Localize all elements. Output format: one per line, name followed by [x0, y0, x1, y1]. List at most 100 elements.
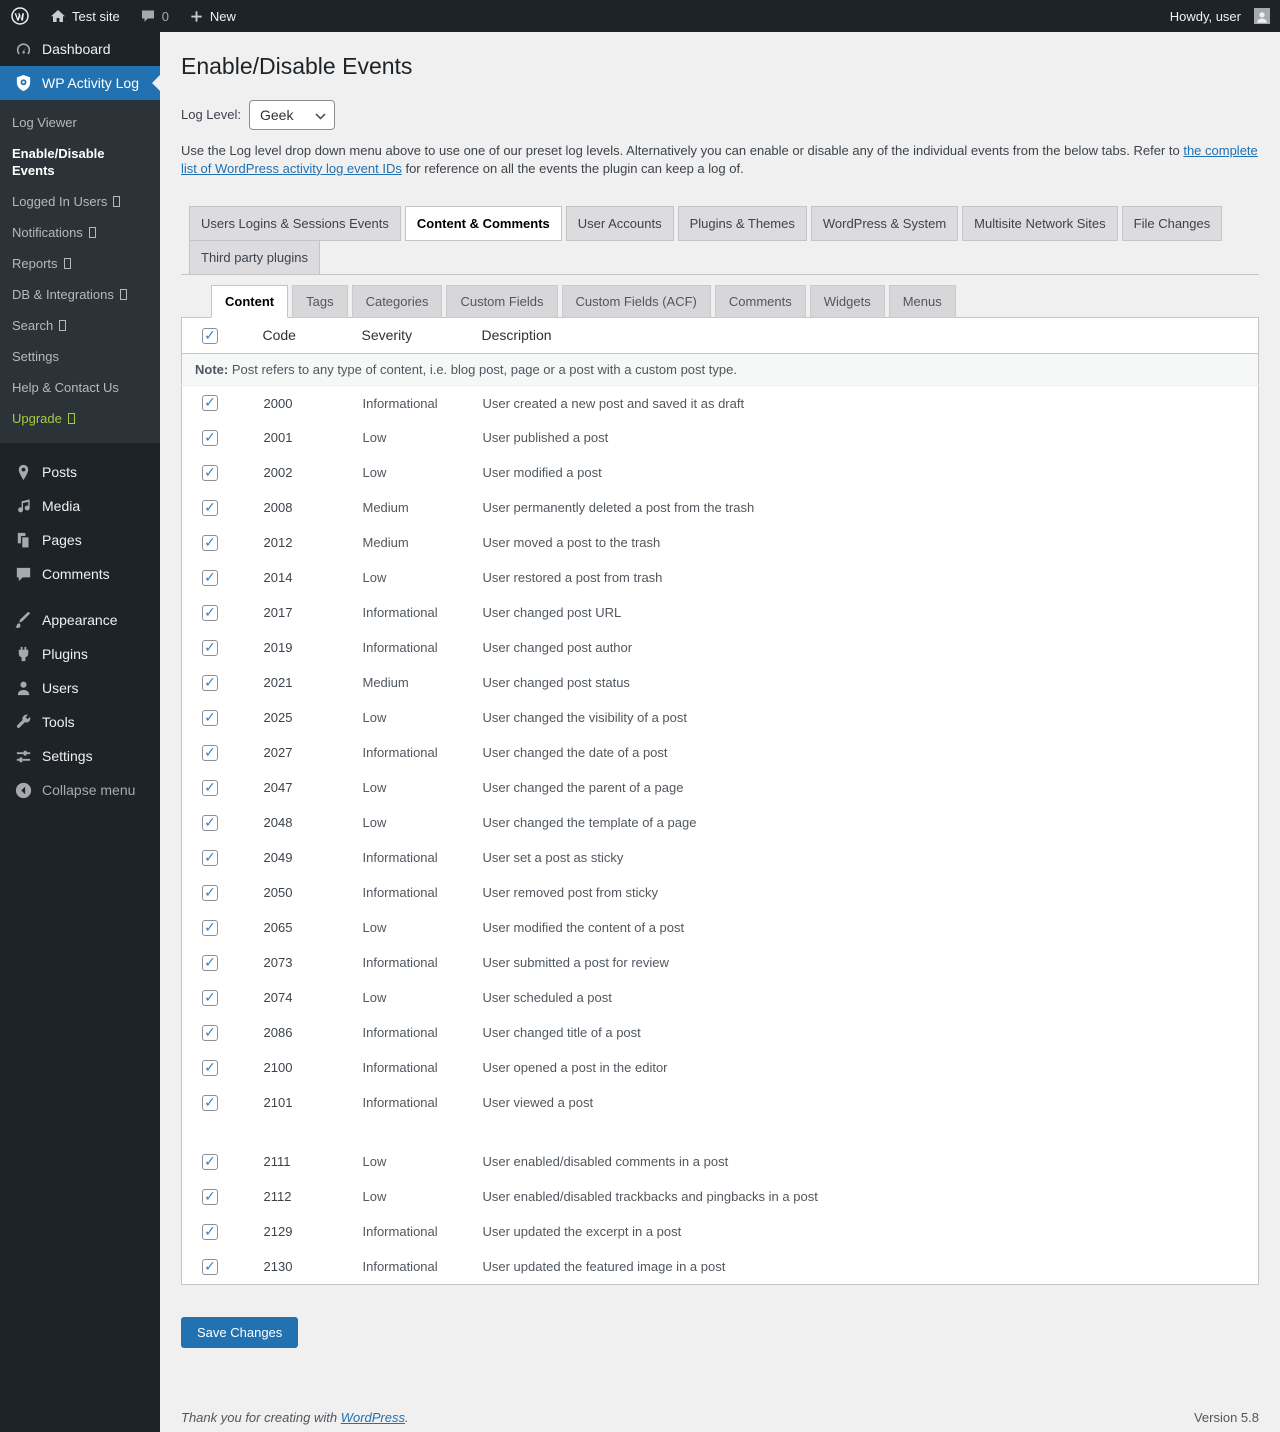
sidebar-item-label: Dashboard	[42, 41, 111, 57]
event-code: 2065	[263, 910, 362, 945]
sidebar-item[interactable]: Pages	[0, 523, 160, 557]
submenu-item[interactable]: Log Viewer	[0, 107, 160, 138]
submenu-item[interactable]: Help & Contact Us	[0, 372, 160, 403]
sidebar-item-dashboard[interactable]: Dashboard	[0, 32, 160, 66]
menu-group-primary: Posts Media Pages Comments	[0, 455, 160, 591]
main-tab[interactable]: WordPress & System	[811, 206, 958, 241]
event-code: 2002	[263, 455, 362, 490]
main-tab[interactable]: User Accounts	[566, 206, 674, 241]
visit-site-link[interactable]: Test site	[40, 0, 130, 32]
submenu-item[interactable]: DB & Integrations	[0, 279, 160, 310]
table-row: ✓ 2014 Low User restored a post from tra…	[182, 560, 1259, 595]
row-checkbox[interactable]: ✓	[202, 675, 218, 691]
event-description: User opened a post in the editor	[482, 1050, 1259, 1085]
wordpress-link[interactable]: WordPress	[341, 1410, 405, 1425]
event-description: User enabled/disabled trackbacks and pin…	[482, 1179, 1259, 1214]
submenu-item[interactable]: Search	[0, 310, 160, 341]
submenu-item[interactable]: Upgrade	[0, 403, 160, 434]
event-severity: Low	[362, 770, 482, 805]
sidebar-item[interactable]: Appearance	[0, 603, 160, 637]
checkmark-icon: ✓	[204, 990, 216, 1004]
main-tab[interactable]: Multisite Network Sites	[962, 206, 1117, 241]
sidebar-item[interactable]: Tools	[0, 705, 160, 739]
event-severity: Low	[362, 455, 482, 490]
sub-tab[interactable]: Custom Fields (ACF)	[562, 285, 711, 318]
row-checkbox[interactable]: ✓	[202, 1025, 218, 1041]
event-description: User moved a post to the trash	[482, 525, 1259, 560]
main-tab[interactable]: Third party plugins	[189, 240, 320, 275]
save-changes-button[interactable]: Save Changes	[181, 1317, 298, 1348]
row-checkbox[interactable]: ✓	[202, 1095, 218, 1111]
sub-tab[interactable]: Menus	[889, 285, 956, 318]
event-severity: Medium	[362, 665, 482, 700]
sub-tab[interactable]: Widgets	[810, 285, 885, 318]
submenu-item[interactable]: Settings	[0, 341, 160, 372]
row-checkbox[interactable]: ✓	[202, 1259, 218, 1275]
sidebar-item[interactable]: Settings	[0, 739, 160, 773]
table-row: ✓ 2074 Low User scheduled a post	[182, 980, 1259, 1015]
main-tab[interactable]: Plugins & Themes	[678, 206, 807, 241]
event-description: User enabled/disabled comments in a post	[482, 1144, 1259, 1179]
dashboard-icon	[13, 39, 33, 59]
row-checkbox[interactable]: ✓	[202, 395, 218, 411]
sub-tab[interactable]: Tags	[292, 285, 347, 318]
main-tab[interactable]: Content & Comments	[405, 206, 562, 241]
row-checkbox[interactable]: ✓	[202, 710, 218, 726]
sidebar-item-wp-activity-log[interactable]: WP Activity Log	[0, 66, 160, 100]
row-checkbox[interactable]: ✓	[202, 850, 218, 866]
sidebar-item[interactable]: Media	[0, 489, 160, 523]
sidebar-item[interactable]: Posts	[0, 455, 160, 489]
row-checkbox[interactable]: ✓	[202, 920, 218, 936]
new-content-button[interactable]: New	[179, 0, 246, 32]
row-checkbox[interactable]: ✓	[202, 500, 218, 516]
checkmark-icon: ✓	[204, 1025, 216, 1039]
log-level-select[interactable]: Geek	[249, 100, 335, 130]
row-checkbox[interactable]: ✓	[202, 465, 218, 481]
row-checkbox[interactable]: ✓	[202, 1154, 218, 1170]
row-checkbox[interactable]: ✓	[202, 1189, 218, 1205]
sidebar-item[interactable]: Users	[0, 671, 160, 705]
sub-tab[interactable]: Categories	[352, 285, 443, 318]
sub-tab[interactable]: Comments	[715, 285, 806, 318]
table-row: ✓ 2000 Informational User created a new …	[182, 385, 1259, 420]
event-description: User changed title of a post	[482, 1015, 1259, 1050]
sub-tab[interactable]: Content	[211, 285, 288, 318]
submenu-item[interactable]: Reports	[0, 248, 160, 279]
row-checkbox[interactable]: ✓	[202, 885, 218, 901]
row-checkbox[interactable]: ✓	[202, 1060, 218, 1076]
event-severity: Informational	[362, 1015, 482, 1050]
sidebar-item[interactable]: Comments	[0, 557, 160, 591]
select-all-checkbox[interactable]: ✓	[202, 328, 218, 344]
row-checkbox[interactable]: ✓	[202, 1224, 218, 1240]
event-severity: Informational	[362, 1214, 482, 1249]
submenu-item[interactable]: Logged In Users	[0, 186, 160, 217]
wordpress-logo-button[interactable]	[0, 0, 40, 32]
sub-tab[interactable]: Custom Fields	[446, 285, 557, 318]
event-severity	[362, 1120, 482, 1144]
row-checkbox[interactable]: ✓	[202, 570, 218, 586]
row-checkbox[interactable]: ✓	[202, 605, 218, 621]
submenu-item[interactable]: Enable/Disable Events	[0, 138, 160, 186]
row-checkbox[interactable]: ✓	[202, 430, 218, 446]
row-checkbox[interactable]: ✓	[202, 640, 218, 656]
account-menu[interactable]: Howdy, user	[1160, 0, 1280, 32]
admin-bar: Test site 0 New Howdy, user	[0, 0, 1280, 32]
submenu-item[interactable]: Notifications	[0, 217, 160, 248]
row-checkbox[interactable]: ✓	[202, 815, 218, 831]
event-code: 2027	[263, 735, 362, 770]
sidebar-item[interactable]: Plugins	[0, 637, 160, 671]
comments-bubble-button[interactable]: 0	[130, 0, 179, 32]
checkmark-icon: ✓	[204, 815, 216, 829]
event-code: 2086	[263, 1015, 362, 1050]
main-tab[interactable]: File Changes	[1122, 206, 1223, 241]
main-tab[interactable]: Users Logins & Sessions Events	[189, 206, 401, 241]
footer-thanks: Thank you for creating with WordPress.	[181, 1410, 409, 1425]
settings-icon	[13, 746, 33, 766]
row-checkbox[interactable]: ✓	[202, 955, 218, 971]
collapse-menu-button[interactable]: Collapse menu	[0, 773, 160, 807]
row-checkbox[interactable]: ✓	[202, 535, 218, 551]
row-checkbox[interactable]: ✓	[202, 780, 218, 796]
row-checkbox[interactable]: ✓	[202, 745, 218, 761]
row-checkbox[interactable]: ✓	[202, 990, 218, 1006]
menu-separator	[0, 443, 160, 455]
